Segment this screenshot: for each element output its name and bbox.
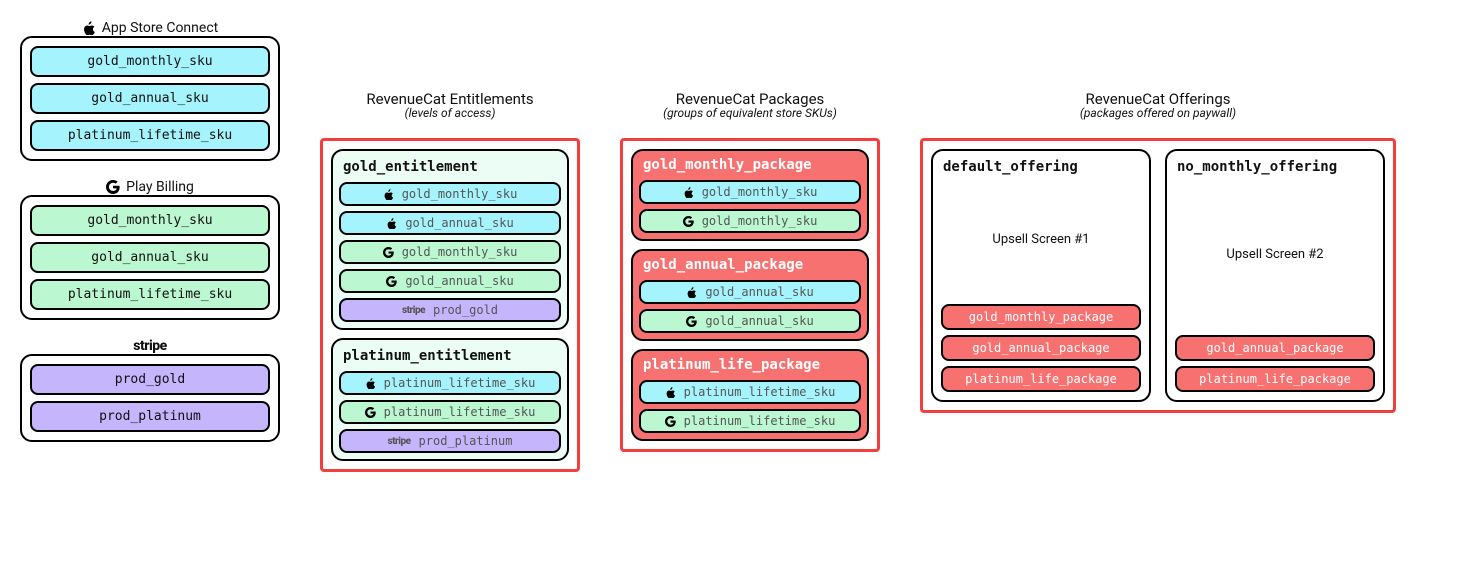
- package-box: gold_monthly_packagegold_monthly_skugold…: [631, 149, 869, 241]
- apple-store-group: App Store Connect gold_monthly_sku gold_…: [20, 20, 280, 161]
- sku-label: prod_platinum: [419, 434, 513, 448]
- entitlement-sku: gold_annual_sku: [339, 269, 561, 293]
- apple-sku: platinum_lifetime_sku: [30, 120, 270, 151]
- packages-subtitle: (groups of equivalent store SKUs): [620, 106, 880, 120]
- offering-package: gold_annual_package: [1175, 335, 1375, 361]
- apple-store-box: gold_monthly_sku gold_annual_sku platinu…: [20, 36, 280, 161]
- google-store-group: Play Billing gold_monthly_sku gold_annua…: [20, 179, 280, 320]
- package-sku: platinum_lifetime_sku: [639, 380, 861, 404]
- offering-upsell-label: Upsell Screen #2: [1175, 179, 1375, 330]
- google-icon: [665, 416, 676, 427]
- apple-icon: [386, 218, 397, 229]
- entitlement-sku: stripe prod_platinum: [339, 429, 561, 453]
- entitlement-name: gold_entitlement: [339, 157, 561, 177]
- offering-name: no_monthly_offering: [1175, 159, 1375, 179]
- sku-label: gold_annual_sku: [705, 314, 813, 328]
- google-sku: gold_annual_sku: [30, 242, 270, 273]
- stripe-store-box: prod_gold prod_platinum: [20, 354, 280, 442]
- google-icon: [106, 180, 120, 194]
- offering-package: gold_monthly_package: [941, 304, 1141, 330]
- entitlements-subtitle: (levels of access): [320, 106, 580, 120]
- apple-icon: [686, 287, 697, 298]
- sku-label: gold_annual_sku: [705, 285, 813, 299]
- apple-icon: [82, 21, 96, 35]
- sku-label: gold_monthly_sku: [702, 185, 818, 199]
- google-store-title-text: Play Billing: [126, 179, 194, 195]
- stripe-store-title: stripe: [20, 338, 280, 354]
- offering-upsell-label: Upsell Screen #1: [941, 179, 1141, 299]
- stripe-store-group: stripe prod_gold prod_platinum: [20, 338, 280, 442]
- entitlement-sku: gold_monthly_sku: [339, 182, 561, 206]
- offering-package: platinum_life_package: [941, 366, 1141, 392]
- package-box: gold_annual_package gold_annual_sku gold_a…: [631, 249, 869, 341]
- sku-label: gold_monthly_sku: [702, 214, 818, 228]
- apple-sku: gold_monthly_sku: [30, 46, 270, 77]
- sku-label: gold_annual_sku: [405, 216, 513, 230]
- google-icon: [386, 276, 397, 287]
- google-sku: platinum_lifetime_sku: [30, 279, 270, 310]
- offerings-frame: default_offeringUpsell Screen #1 gold_mon…: [920, 138, 1396, 413]
- offering-package: gold_annual_package: [941, 335, 1141, 361]
- stores-column: App Store Connect gold_monthly_sku gold_…: [20, 20, 280, 442]
- google-store-title: Play Billing: [20, 179, 280, 195]
- entitlement-sku: gold_annual_sku: [339, 211, 561, 235]
- entitlement-sku: gold_monthly_sku: [339, 240, 561, 264]
- sku-label: gold_monthly_sku: [402, 245, 518, 259]
- entitlement-sku: stripe prod_gold: [339, 298, 561, 322]
- packages-frame: gold_monthly_packagegold_monthly_skugold…: [620, 138, 880, 452]
- package-name: platinum_life_package: [639, 357, 861, 375]
- google-sku: gold_monthly_sku: [30, 205, 270, 236]
- sku-label: platinum_lifetime_sku: [384, 405, 536, 419]
- sku-label: gold_annual_sku: [405, 274, 513, 288]
- offering-package: platinum_life_package: [1175, 366, 1375, 392]
- entitlement-name: platinum_entitlement: [339, 346, 561, 366]
- google-icon: [365, 407, 376, 418]
- sku-label: platinum_lifetime_sku: [684, 385, 836, 399]
- entitlement-box: gold_entitlement gold_monthly_sku gold_ann…: [331, 149, 569, 330]
- entitlements-frame: gold_entitlement gold_monthly_sku gold_ann…: [320, 138, 580, 472]
- apple-icon: [683, 187, 694, 198]
- package-box: platinum_life_package platinum_lifetime_s…: [631, 349, 869, 441]
- stripe-sku: prod_platinum: [30, 401, 270, 432]
- offering-box: default_offeringUpsell Screen #1 gold_mon…: [931, 149, 1151, 402]
- sku-label: platinum_lifetime_sku: [684, 414, 836, 428]
- diagram-canvas: App Store Connect gold_monthly_sku gold_…: [20, 20, 1450, 472]
- offerings-column: RevenueCat Offerings (packages offered o…: [920, 90, 1396, 413]
- offering-name: default_offering: [941, 159, 1141, 179]
- package-sku: gold_annual_sku: [639, 280, 861, 304]
- offering-box: no_monthly_offeringUpsell Screen #2 gold_…: [1165, 149, 1385, 402]
- entitlement-box: platinum_entitlement platinum_lifetime_sk…: [331, 338, 569, 461]
- apple-icon: [383, 189, 394, 200]
- package-sku: gold_monthly_sku: [639, 209, 861, 233]
- entitlement-sku: platinum_lifetime_sku: [339, 400, 561, 424]
- stripe-icon: stripe: [402, 305, 425, 316]
- apple-store-title-text: App Store Connect: [102, 20, 218, 36]
- entitlement-sku: platinum_lifetime_sku: [339, 371, 561, 395]
- package-name: gold_annual_package: [639, 257, 861, 275]
- package-sku: gold_monthly_sku: [639, 180, 861, 204]
- package-sku: gold_annual_sku: [639, 309, 861, 333]
- stripe-sku: prod_gold: [30, 364, 270, 395]
- package-name: gold_monthly_package: [639, 157, 861, 175]
- google-icon: [683, 216, 694, 227]
- google-store-box: gold_monthly_sku gold_annual_sku platinu…: [20, 195, 280, 320]
- apple-icon: [365, 378, 376, 389]
- google-icon: [686, 316, 697, 327]
- sku-label: prod_gold: [433, 303, 498, 317]
- apple-icon: [665, 387, 676, 398]
- stripe-icon: stripe: [388, 436, 411, 447]
- sku-label: gold_monthly_sku: [402, 187, 518, 201]
- apple-store-title: App Store Connect: [20, 20, 280, 36]
- offerings-subtitle: (packages offered on paywall): [920, 106, 1396, 120]
- package-sku: platinum_lifetime_sku: [639, 409, 861, 433]
- google-icon: [383, 247, 394, 258]
- sku-label: platinum_lifetime_sku: [384, 376, 536, 390]
- apple-sku: gold_annual_sku: [30, 83, 270, 114]
- packages-column: RevenueCat Packages (groups of equivalen…: [620, 90, 880, 452]
- entitlements-column: RevenueCat Entitlements (levels of acces…: [320, 90, 580, 472]
